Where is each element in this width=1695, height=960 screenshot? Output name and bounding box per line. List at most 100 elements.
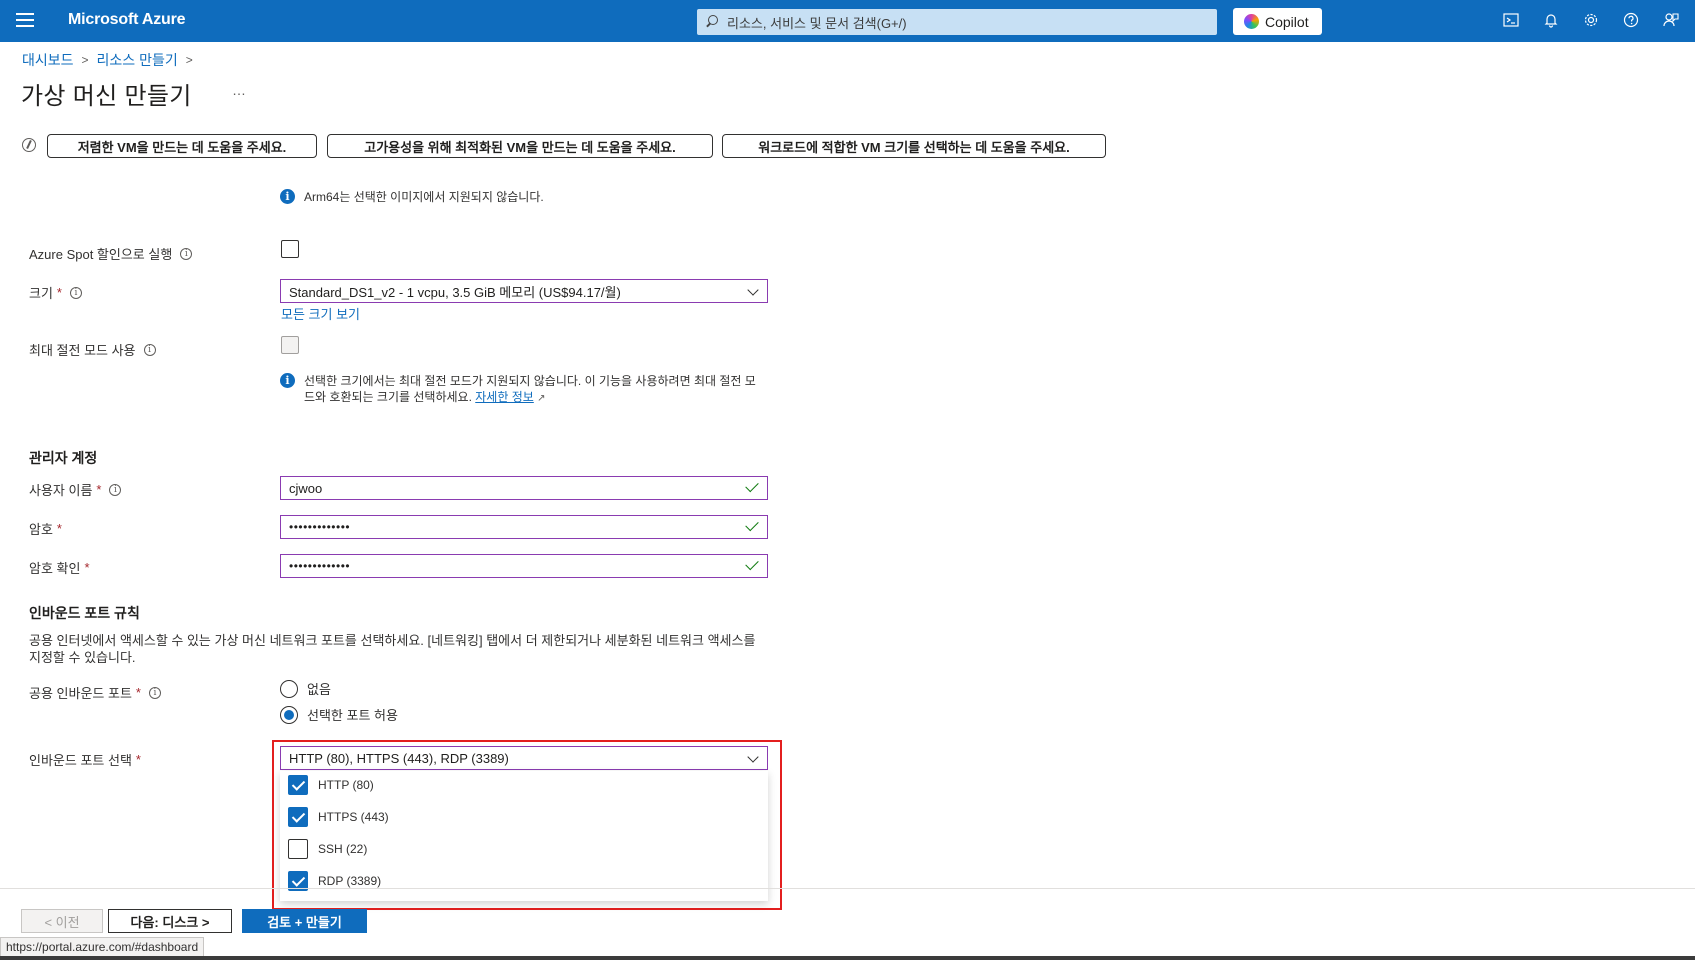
arm64-info-note: i Arm64는 선택한 이미지에서 지원되지 않습니다. bbox=[280, 189, 544, 205]
username-input[interactable]: cjwoo bbox=[280, 476, 768, 500]
suggestion-chip-vm-size[interactable]: 워크로드에 적합한 VM 크기를 선택하는 데 도움을 주세요. bbox=[722, 134, 1106, 158]
select-ports-label-text: 인바운드 포트 선택 bbox=[29, 753, 132, 768]
port-option-https[interactable]: HTTPS (443) bbox=[288, 807, 389, 827]
size-select[interactable]: Standard_DS1_v2 - 1 vcpu, 3.5 GiB 메모리 (U… bbox=[280, 279, 768, 303]
hibernate-info-text: 선택한 크기에서는 최대 절전 모드가 지원되지 않습니다. 이 기능을 사용하… bbox=[304, 373, 760, 407]
radio-none-label: 없음 bbox=[307, 682, 331, 697]
chevron-right-icon: > bbox=[81, 53, 89, 67]
port-option-label: SSH (22) bbox=[318, 842, 368, 856]
username-label-text: 사용자 이름 bbox=[29, 483, 93, 498]
chevron-down-icon bbox=[747, 751, 759, 763]
suggestion-chip-cheap-vm[interactable]: 저렴한 VM을 만드는 데 도움을 주세요. bbox=[47, 134, 317, 158]
page-title: 가상 머신 만들기 bbox=[21, 83, 192, 110]
copilot-label: Copilot bbox=[1265, 13, 1309, 30]
checkbox-checked[interactable] bbox=[288, 807, 308, 827]
port-option-http[interactable]: HTTP (80) bbox=[288, 775, 374, 795]
chevron-right-icon: > bbox=[185, 53, 193, 67]
hibernate-checkbox[interactable] bbox=[281, 336, 299, 354]
next-disks-button[interactable]: 다음: 디스크 > bbox=[108, 909, 232, 933]
copilot-button[interactable]: Copilot bbox=[1233, 8, 1322, 35]
required-mark: * bbox=[56, 285, 62, 300]
breadcrumb-dashboard[interactable]: 대시보드 bbox=[22, 50, 74, 70]
copilot-icon bbox=[1244, 14, 1259, 29]
password-input[interactable]: ••••••••••••• bbox=[280, 515, 768, 539]
notifications-icon[interactable] bbox=[1542, 12, 1560, 30]
checkbox-checked[interactable] bbox=[288, 775, 308, 795]
breadcrumb-create-resource[interactable]: 리소스 만들기 bbox=[97, 50, 178, 70]
hibernate-label-text: 최대 절전 모드 사용 bbox=[29, 343, 136, 358]
hibernate-label: 최대 절전 모드 사용 i bbox=[29, 340, 156, 359]
suggestion-chip-high-availability[interactable]: 고가용성을 위해 최적화된 VM을 만드는 데 도움을 주세요. bbox=[327, 134, 713, 158]
required-mark: * bbox=[135, 685, 141, 700]
valid-check-icon bbox=[745, 517, 759, 532]
spot-checkbox[interactable] bbox=[281, 240, 299, 258]
username-label: 사용자 이름 * i bbox=[29, 480, 122, 499]
info-icon: i bbox=[280, 373, 295, 388]
search-placeholder: 리소스, 서비스 및 문서 검색(G+/) bbox=[727, 15, 907, 31]
size-label-text: 크기 bbox=[29, 286, 53, 301]
info-tooltip-icon[interactable]: i bbox=[109, 483, 122, 496]
inbound-ports-select[interactable]: HTTP (80), HTTPS (443), RDP (3389) bbox=[280, 746, 768, 770]
learn-more-link[interactable]: 자세한 정보 bbox=[475, 390, 534, 404]
inbound-description: 공용 인터넷에서 액세스할 수 있는 가상 머신 네트워크 포트를 선택하세요.… bbox=[29, 633, 756, 665]
port-option-label: HTTPS (443) bbox=[318, 810, 389, 824]
inbound-ports-dropdown: HTTP (80) HTTPS (443) SSH (22) RDP (3389… bbox=[280, 771, 768, 901]
info-icon: i bbox=[280, 189, 295, 204]
review-create-button[interactable]: 검토 + 만들기 bbox=[242, 909, 367, 933]
password-label-text: 암호 bbox=[29, 522, 53, 537]
valid-check-icon bbox=[745, 556, 759, 571]
valid-check-icon bbox=[745, 478, 759, 493]
spot-label-text: Azure Spot 할인으로 실행 bbox=[29, 247, 173, 262]
public-ports-label-text: 공용 인바운드 포트 bbox=[29, 686, 132, 701]
top-bar: Microsoft Azure 리소스, 서비스 및 문서 검색(G+/) Co… bbox=[0, 0, 1695, 42]
gear-icon[interactable] bbox=[1582, 12, 1600, 30]
external-link-icon: ↗ bbox=[537, 393, 546, 404]
radio-allow-selected[interactable]: 선택한 포트 허용 bbox=[280, 705, 398, 724]
username-value: cjwoo bbox=[289, 480, 323, 496]
status-bar-url: https://portal.azure.com/#dashboard bbox=[0, 937, 205, 957]
radio-none[interactable]: 없음 bbox=[280, 679, 331, 698]
window-bottom-edge bbox=[0, 956, 1695, 960]
feedback-icon[interactable] bbox=[1662, 12, 1680, 30]
port-option-label: RDP (3389) bbox=[318, 874, 382, 888]
required-mark: * bbox=[84, 560, 90, 575]
password-value: ••••••••••••• bbox=[289, 520, 351, 534]
spot-label: Azure Spot 할인으로 실행 i bbox=[29, 244, 193, 263]
checkbox-unchecked[interactable] bbox=[288, 839, 308, 859]
info-tooltip-icon[interactable]: i bbox=[148, 686, 161, 699]
brand-title[interactable]: Microsoft Azure bbox=[68, 11, 186, 29]
admin-section-title: 관리자 계정 bbox=[29, 450, 98, 466]
hibernate-info-note: i 선택한 크기에서는 최대 절전 모드가 지원되지 않습니다. 이 기능을 사… bbox=[280, 373, 760, 407]
port-option-ssh[interactable]: SSH (22) bbox=[288, 839, 367, 859]
search-input[interactable]: 리소스, 서비스 및 문서 검색(G+/) bbox=[697, 9, 1217, 35]
required-mark: * bbox=[135, 752, 141, 767]
help-icon[interactable] bbox=[1622, 12, 1640, 30]
footer-divider bbox=[0, 888, 1695, 889]
select-ports-label: 인바운드 포트 선택 * bbox=[29, 750, 141, 769]
info-tooltip-icon[interactable]: i bbox=[143, 343, 156, 356]
radio-button[interactable] bbox=[280, 679, 298, 698]
port-option-label: HTTP (80) bbox=[318, 778, 374, 792]
confirm-password-label-text: 암호 확인 bbox=[29, 561, 81, 576]
confirm-password-input[interactable]: ••••••••••••• bbox=[280, 554, 768, 578]
breadcrumb: 대시보드 > 리소스 만들기 > bbox=[22, 50, 201, 70]
radio-button-selected[interactable] bbox=[280, 705, 298, 724]
copilot-suggestion-icon bbox=[22, 138, 36, 152]
public-ports-label: 공용 인바운드 포트 * i bbox=[29, 683, 161, 702]
required-mark: * bbox=[56, 521, 62, 536]
search-icon bbox=[705, 15, 719, 29]
confirm-password-value: ••••••••••••• bbox=[289, 559, 351, 573]
inbound-section-title: 인바운드 포트 규칙 bbox=[29, 605, 140, 621]
menu-icon[interactable] bbox=[16, 13, 34, 29]
info-tooltip-icon[interactable]: i bbox=[69, 286, 82, 299]
inbound-ports-select-value: HTTP (80), HTTPS (443), RDP (3389) bbox=[289, 750, 509, 766]
previous-button[interactable]: < 이전 bbox=[21, 909, 103, 933]
password-label: 암호 * bbox=[29, 519, 62, 538]
arm64-info-text: Arm64는 선택한 이미지에서 지원되지 않습니다. bbox=[304, 190, 544, 204]
cloud-shell-icon[interactable] bbox=[1502, 12, 1520, 30]
required-mark: * bbox=[96, 482, 102, 497]
more-options-button[interactable]: … bbox=[232, 82, 247, 98]
size-label: 크기 * i bbox=[29, 283, 82, 302]
info-tooltip-icon[interactable]: i bbox=[180, 247, 193, 260]
see-all-sizes-link[interactable]: 모든 크기 보기 bbox=[281, 304, 360, 323]
